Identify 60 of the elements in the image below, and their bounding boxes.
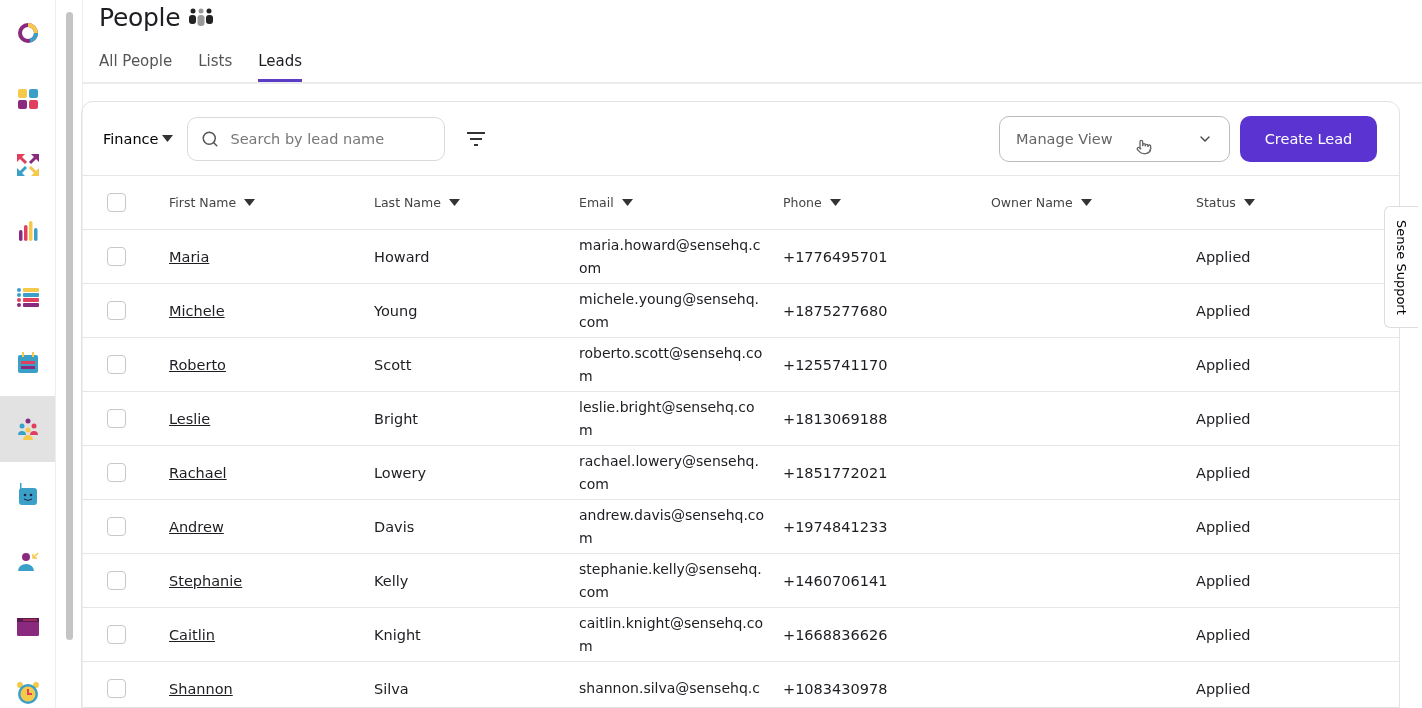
phone-cell: +1875277680 <box>783 302 888 319</box>
status-cell: Applied <box>1196 464 1251 481</box>
table-cell: Scott <box>374 356 412 373</box>
status-cell: Applied <box>1196 680 1251 697</box>
email-cell-text: rachael.lowery@sensehq.com <box>579 451 760 494</box>
table-cell: Davis <box>374 518 415 535</box>
column-header[interactable]: Phone <box>783 195 841 210</box>
email-cell-text: maria.howard@sensehq.com <box>579 235 762 278</box>
lead-name-link[interactable]: Leslie <box>169 410 211 427</box>
lead-name-link[interactable]: Maria <box>169 248 210 265</box>
manage-view-dropdown[interactable]: Manage View <box>999 115 1230 162</box>
phone-cell: +1255741170 <box>783 356 888 373</box>
status-cell: Applied <box>1196 302 1251 319</box>
lead-name-link[interactable]: Andrew <box>169 518 224 535</box>
phone-cell: +1974841233 <box>783 518 888 535</box>
email-cell-text: caitlin.knight@sensehq.com <box>579 613 765 656</box>
status-cell: Applied <box>1196 626 1251 643</box>
column-header[interactable]: Status <box>1196 195 1255 210</box>
table-cell: Silva <box>374 680 409 697</box>
search-field[interactable]: Search by lead name <box>187 116 446 161</box>
phone-cell: +1460706141 <box>783 572 888 589</box>
status-cell: Applied <box>1196 356 1251 373</box>
email-cell-text: michele.young@sensehq.com <box>579 289 761 332</box>
group-dropdown[interactable]: Finance <box>103 130 174 147</box>
create-lead-button[interactable]: Create Lead <box>1240 115 1377 162</box>
lead-name-link[interactable]: Shannon <box>169 680 233 697</box>
phone-cell: +1776495701 <box>783 248 888 265</box>
tab[interactable]: Lists <box>198 44 233 82</box>
email-cell-text: stephanie.kelly@sensehq.com <box>579 559 763 602</box>
support-tab[interactable]: Sense Support <box>1384 206 1418 328</box>
email-cell-text: andrew.davis@sensehq.com <box>579 505 765 548</box>
status-cell: Applied <box>1196 248 1251 265</box>
lead-name-link[interactable]: Rachael <box>169 464 227 481</box>
phone-cell: +1083430978 <box>783 680 888 697</box>
lead-name-link[interactable]: Michele <box>169 302 225 319</box>
column-header[interactable]: First Name <box>169 195 256 210</box>
lead-name-link[interactable]: Roberto <box>169 356 226 373</box>
status-cell: Applied <box>1196 518 1251 535</box>
column-header[interactable]: Owner Name <box>991 195 1092 210</box>
table-cell: Knight <box>374 626 421 643</box>
tab[interactable]: All People <box>99 44 173 82</box>
lead-name-link[interactable]: Stephanie <box>169 572 243 589</box>
table-cell: Howard <box>374 248 430 265</box>
email-cell-text: shannon.silva@sensehq.c <box>579 679 761 698</box>
page-title: People <box>99 2 181 32</box>
phone-cell: +1813069188 <box>783 410 888 427</box>
table-cell: Young <box>374 302 418 319</box>
phone-cell: +1668836626 <box>783 626 888 643</box>
column-header[interactable]: Last Name <box>374 195 460 210</box>
table-cell: Kelly <box>374 572 409 589</box>
tab[interactable]: Leads <box>258 44 303 82</box>
email-cell-text: roberto.scott@sensehq.com <box>579 343 764 386</box>
lead-name-link[interactable]: Caitlin <box>169 626 215 643</box>
column-header[interactable]: Email <box>579 195 633 210</box>
table-cell: Lowery <box>374 464 427 481</box>
email-cell-text: leslie.bright@sensehq.com <box>579 397 756 440</box>
status-cell: Applied <box>1196 410 1251 427</box>
table-cell: Bright <box>374 410 419 427</box>
status-cell: Applied <box>1196 572 1251 589</box>
phone-cell: +1851772021 <box>783 464 888 481</box>
